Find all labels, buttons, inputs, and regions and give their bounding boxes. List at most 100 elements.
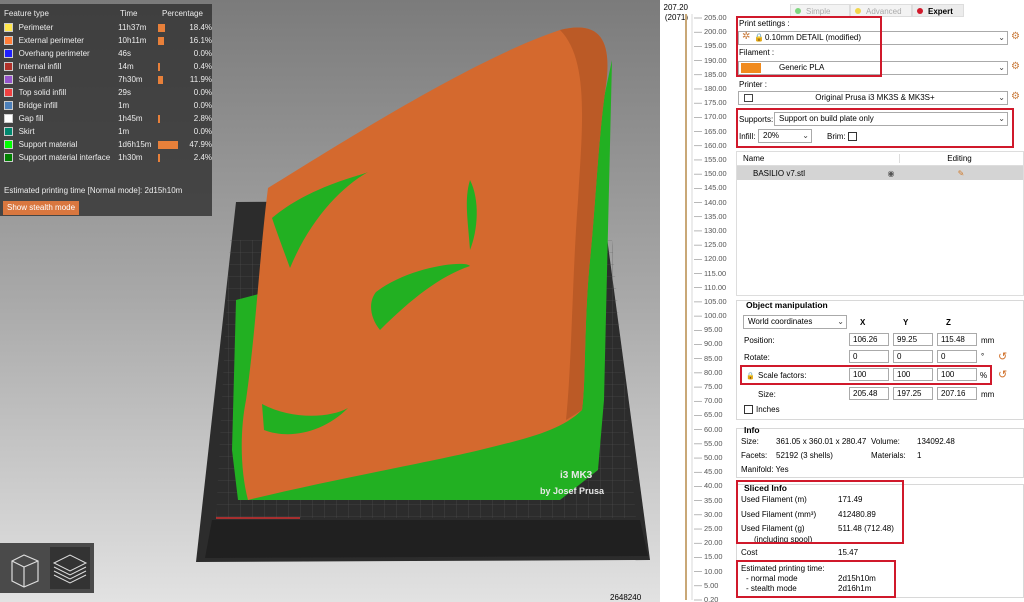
- feature-type-legend: Feature type Time Percentage Perimeter 11…: [0, 4, 212, 216]
- rotate-unit: °: [981, 352, 985, 361]
- rotate-z-input[interactable]: 0: [937, 350, 977, 363]
- legend-feature-time: 1m: [118, 127, 130, 136]
- legend-percentage-bar: [158, 89, 177, 97]
- layer-tick-label: 80.00: [704, 367, 723, 377]
- bed-label-model: i3 MK3: [560, 470, 593, 481]
- print-settings-gear-icon[interactable]: ⚙: [1011, 31, 1020, 42]
- inches-checkbox[interactable]: [744, 405, 753, 414]
- legend-feature-time: 1h30m: [118, 153, 143, 162]
- printer-value: Original Prusa i3 MK3S & MK3S+: [815, 93, 935, 102]
- layer-tick-label: 130.00: [704, 225, 727, 235]
- layer-tick-label: 55.00: [704, 438, 723, 448]
- layer-tick-label: 50.00: [704, 453, 723, 463]
- legend-feature-percent: 18.4%: [189, 23, 213, 32]
- info-volume-value: 134092.48: [917, 437, 955, 446]
- position-y-input[interactable]: 99.25: [893, 333, 933, 346]
- reset-scale-icon[interactable]: ↺: [998, 368, 1007, 381]
- chevron-down-icon: ⌄: [998, 33, 1005, 42]
- annotation-box: [740, 365, 992, 385]
- axis-y-label: Y: [903, 318, 909, 327]
- layer-tick-label: 155.00: [704, 154, 727, 164]
- legend-color-swatch: [4, 36, 13, 45]
- layer-slider[interactable]: 207.20 (2071) 205.00 200.00 195.00 190.00 18…: [610, 0, 734, 602]
- layer-tick-label: 25.00: [704, 524, 723, 534]
- legend-feature-time: 1d6h15m: [118, 140, 152, 149]
- cube-icon[interactable]: [4, 547, 44, 589]
- chevron-down-icon: ⌄: [837, 317, 844, 326]
- layer-tick-label: 160.00: [704, 140, 727, 150]
- layer-tick-label: 75.00: [704, 382, 723, 392]
- layer-tick-label: 95.00: [704, 325, 723, 335]
- layer-tick-label: 30.00: [704, 509, 723, 519]
- info-materials-label: Materials:: [871, 451, 906, 460]
- legend-color-swatch: [4, 114, 13, 123]
- rotate-x-input[interactable]: 0: [849, 350, 889, 363]
- legend-color-swatch: [4, 75, 13, 84]
- legend-feature-time: 10h11m: [118, 36, 147, 45]
- mode-expert-label: Expert: [928, 7, 953, 16]
- size-z-input[interactable]: 207.16: [937, 387, 977, 400]
- size-x-input[interactable]: 205.48: [849, 387, 889, 400]
- legend-feature-name: Solid infill: [18, 75, 53, 84]
- position-z-input[interactable]: 115.48: [937, 333, 977, 346]
- layer-tick-label: 65.00: [704, 410, 723, 420]
- rotate-label: Rotate:: [744, 353, 770, 362]
- printer-gear-icon[interactable]: ⚙: [1011, 91, 1020, 102]
- legend-feature-name: Perimeter: [18, 23, 54, 32]
- layers-icon[interactable]: [50, 547, 90, 589]
- mode-dot-icon: [855, 8, 861, 14]
- show-stealth-mode-button[interactable]: Show stealth mode: [3, 201, 80, 215]
- info-size-value: 361.05 x 360.01 x 280.47: [776, 437, 867, 446]
- legend-feature-percent: 0.0%: [193, 127, 213, 136]
- mode-expert[interactable]: Expert: [912, 4, 964, 17]
- legend-feature-name: Support material interface: [18, 153, 111, 162]
- legend-feature-name: Gap fill: [18, 114, 44, 123]
- printer-icon: [744, 94, 753, 102]
- legend-percentage-bar: [157, 23, 177, 32]
- legend-feature-percent: 0.0%: [193, 101, 213, 110]
- rotate-y-input[interactable]: 0: [893, 350, 933, 363]
- position-x-input[interactable]: 106.26: [849, 333, 889, 346]
- position-unit: mm: [981, 336, 995, 345]
- eye-icon[interactable]: ◉: [881, 169, 901, 178]
- info-size-label: Size:: [741, 437, 759, 446]
- info-materials-value: 1: [917, 451, 922, 460]
- legend-feature-percent: 47.9%: [189, 140, 213, 149]
- legend-row: External perimeter 10h11m 16.1%: [0, 34, 212, 47]
- coordinate-system-combo[interactable]: World coordinates ⌄: [743, 315, 847, 329]
- legend-feature-percent: 0.0%: [193, 49, 213, 58]
- object-list-name-header: Name: [743, 154, 765, 163]
- 3d-viewport[interactable]: i3 MK3 by Josef Prusa Feature type Time …: [0, 0, 660, 602]
- legend-feature-name: Skirt: [18, 127, 35, 136]
- layer-tick-label: 195.00: [704, 41, 727, 51]
- printer-combo[interactable]: Original Prusa i3 MK3S & MK3S+ ⌄: [738, 91, 1008, 105]
- legend-feature-percent: 0.4%: [193, 62, 213, 71]
- legend-header-type: Feature type: [4, 9, 49, 18]
- legend-feature-name: Support material: [18, 140, 78, 149]
- object-row[interactable]: BASILIO v7.stl ◉ ✎: [737, 166, 1023, 180]
- inches-label: Inches: [756, 405, 780, 414]
- info-title: Info: [744, 425, 760, 435]
- object-manipulation-title: Object manipulation: [746, 300, 828, 310]
- cost-value: 15.47: [838, 548, 859, 557]
- layer-tick-label: 15.00: [704, 552, 723, 562]
- layer-tick-label: 35.00: [704, 495, 723, 505]
- legend-row: Internal infill 14m 0.4%: [0, 60, 212, 73]
- legend-feature-name: Bridge infill: [18, 101, 58, 110]
- legend-feature-time: 29s: [118, 88, 132, 97]
- object-name: BASILIO v7.stl: [753, 168, 806, 178]
- legend-row: Bridge infill 1m 0.0%: [0, 99, 212, 112]
- legend-color-swatch: [4, 140, 13, 149]
- legend-percentage-bar: [157, 75, 177, 84]
- layer-tick-label: 20.00: [704, 538, 723, 548]
- reset-rotation-icon[interactable]: ↺: [998, 350, 1007, 363]
- edit-icon[interactable]: ✎: [901, 169, 1021, 178]
- mode-dot-icon: [917, 8, 923, 14]
- legend-percentage-bar: [157, 140, 178, 149]
- layer-tick-label: 175.00: [704, 98, 727, 108]
- size-y-input[interactable]: 197.25: [893, 387, 933, 400]
- legend-feature-name: Overhang perimeter: [18, 49, 90, 58]
- annotation-box: [736, 480, 904, 544]
- legend-feature-time: 7h30m: [118, 75, 143, 84]
- filament-gear-icon[interactable]: ⚙: [1011, 61, 1020, 72]
